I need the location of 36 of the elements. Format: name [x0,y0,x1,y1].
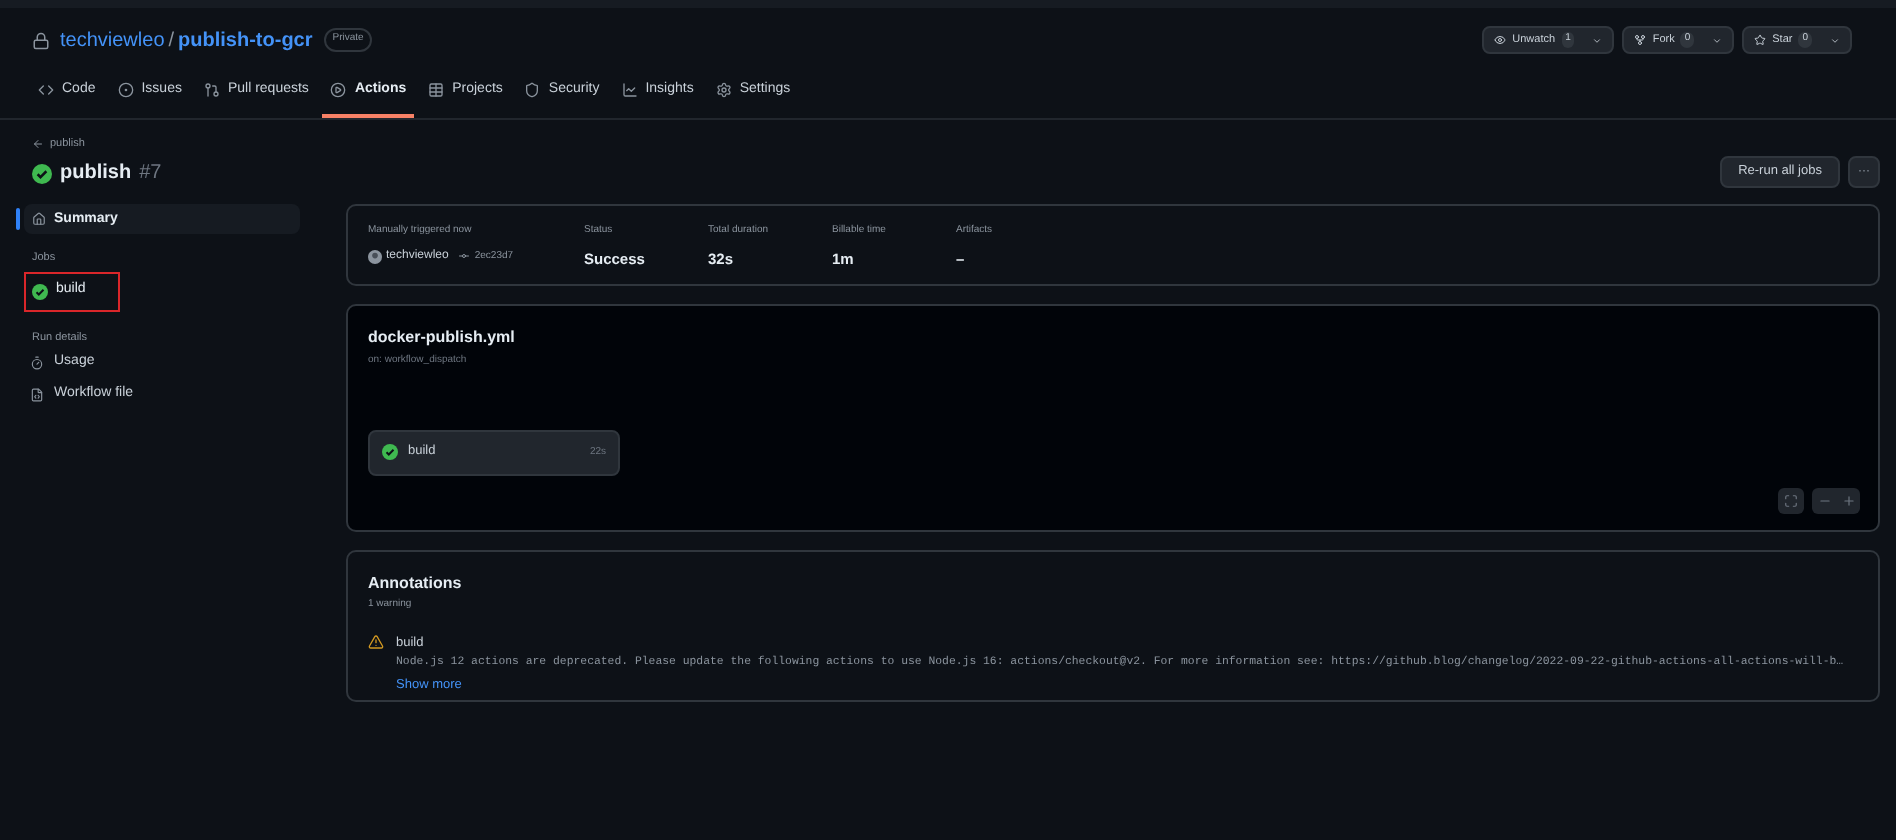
commit-icon [458,250,471,263]
back-arrow-icon [32,138,44,151]
caret-icon [1830,35,1840,45]
zoom-in-button[interactable] [1841,494,1855,509]
pull-request-icon [203,82,220,98]
repo-name-link[interactable]: publish-to-gcr [178,25,313,55]
plus-icon [1841,494,1855,509]
caret-icon [1592,35,1603,45]
circle-dot-icon [117,82,134,98]
run-number: #7 [139,160,162,189]
stopwatch-icon [30,355,44,370]
success-icon [32,283,48,299]
fit-view-button[interactable] [1778,488,1804,515]
table-icon [428,82,445,98]
eye-icon [1494,34,1507,46]
expand-icon [1784,494,1798,509]
shield-icon [524,82,541,98]
fork-icon [1634,34,1647,46]
star-icon [1754,34,1767,46]
run-title: publish [60,160,132,189]
repo-owner-link[interactable]: techviewleo [60,25,165,55]
chart-icon [621,82,638,98]
success-icon [32,163,52,184]
workflow-file-name: docker-publish.yml [368,326,517,351]
warning-icon [368,633,384,650]
play-icon [330,82,347,98]
caret-icon [1712,35,1723,45]
settings-icon [715,82,732,98]
avatar-icon [368,249,382,264]
code-icon [38,82,54,98]
success-icon [382,444,398,461]
home-icon [32,212,46,227]
lock-icon [32,31,50,49]
annotations-title: Annotations [368,572,464,597]
file-icon [30,387,44,402]
path-separator: / [168,27,175,55]
